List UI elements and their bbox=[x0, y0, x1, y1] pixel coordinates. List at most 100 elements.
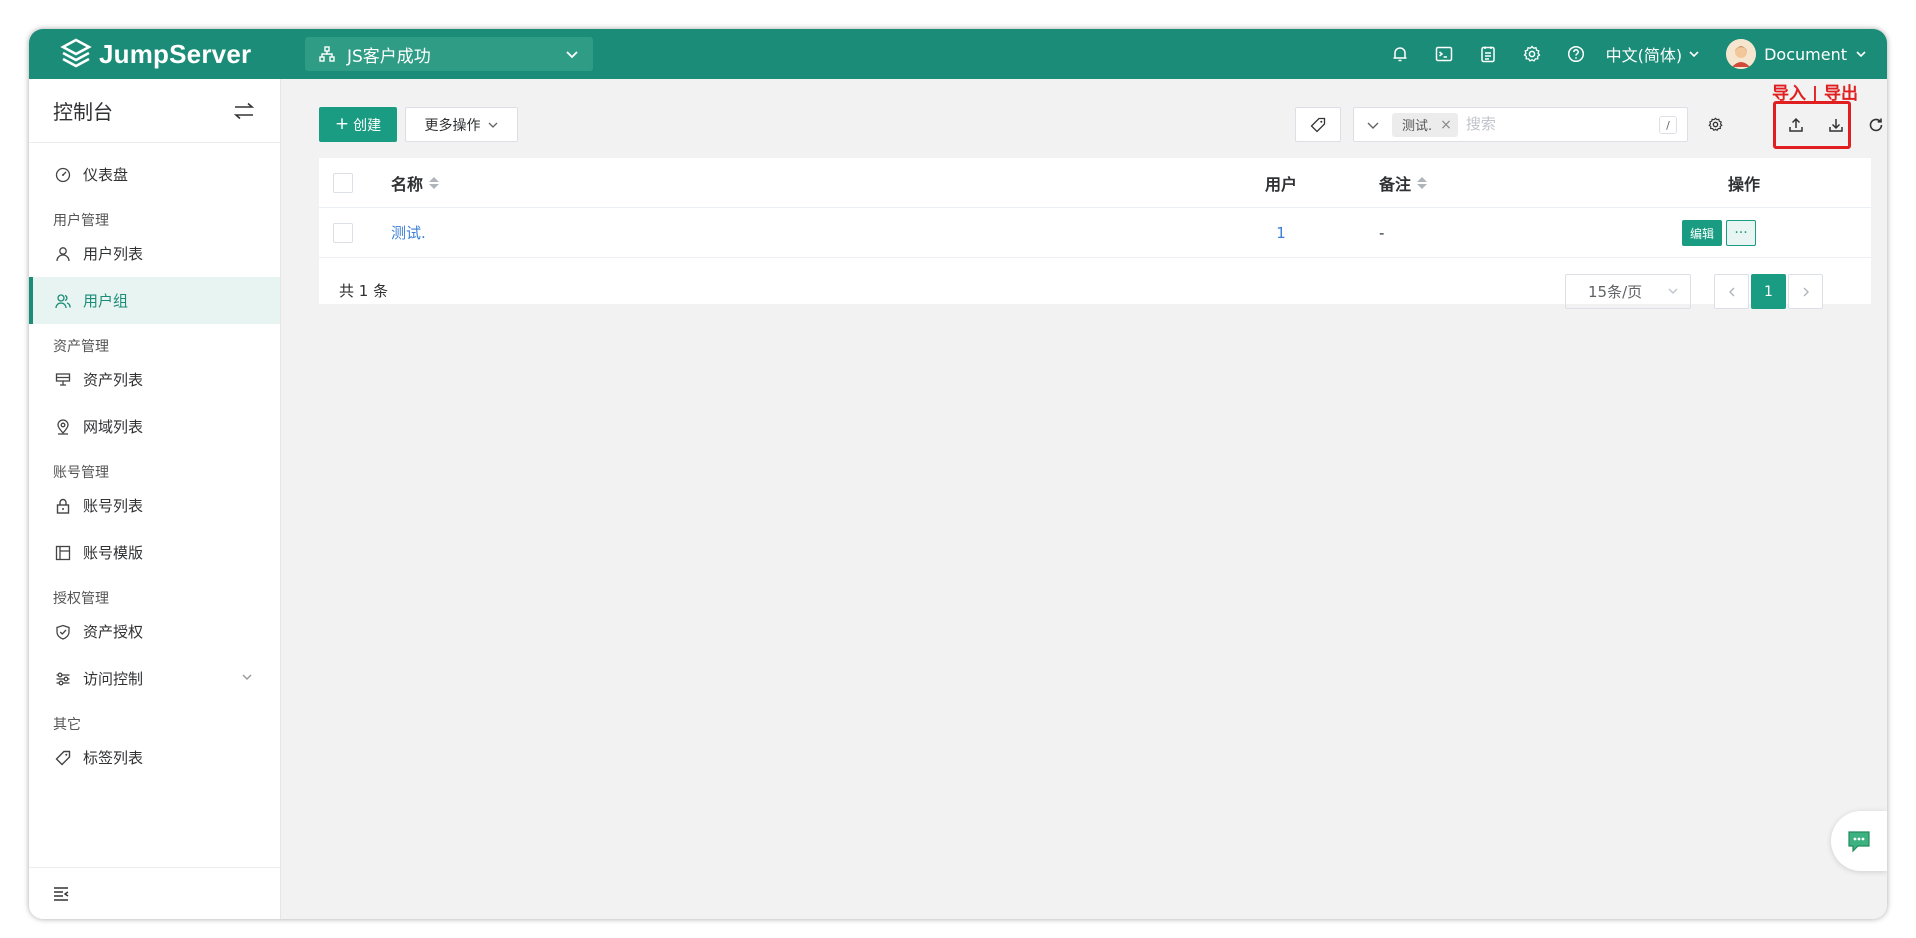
sidebar-item-zone-list[interactable]: 网域列表 bbox=[29, 403, 280, 450]
sidebar-item-account-template[interactable]: 账号模版 bbox=[29, 529, 280, 576]
sidebar-item-label: 标签列表 bbox=[83, 749, 144, 767]
search-input[interactable] bbox=[1465, 116, 1636, 133]
column-header-users: 用户 bbox=[1264, 174, 1297, 194]
org-selector-label: JS客户成功 bbox=[347, 46, 431, 67]
more-actions-label: 更多操作 bbox=[424, 117, 481, 134]
sidebar-group-user-mgmt: 用户管理 bbox=[53, 213, 109, 229]
filter-sliders-icon bbox=[53, 669, 73, 689]
search-shortcut-badge: / bbox=[1659, 116, 1677, 134]
sidebar-item-asset-perm[interactable]: 资产授权 bbox=[29, 608, 280, 655]
sidebar-group-asset-mgmt: 资产管理 bbox=[53, 339, 109, 355]
create-button[interactable]: + 创建 bbox=[319, 107, 397, 142]
filter-chip-label: 测试. bbox=[1402, 119, 1433, 134]
language-label: 中文(简体) bbox=[1605, 46, 1683, 65]
user-icon bbox=[53, 244, 73, 264]
gear-icon[interactable] bbox=[1510, 29, 1554, 79]
row-name-link[interactable]: 测试. bbox=[391, 222, 426, 243]
table-settings-gear-icon[interactable] bbox=[1697, 107, 1733, 142]
table-header: 名称 用户 备注 操作 bbox=[319, 158, 1871, 208]
org-selector[interactable]: JS客户成功 bbox=[305, 37, 593, 71]
export-download-icon[interactable] bbox=[1818, 107, 1854, 142]
org-tree-icon bbox=[319, 46, 335, 62]
lock-icon bbox=[53, 496, 73, 516]
import-upload-icon[interactable] bbox=[1778, 107, 1814, 142]
sort-icon[interactable] bbox=[429, 176, 440, 189]
sidebar-footer bbox=[29, 867, 280, 919]
plus-icon: + bbox=[334, 114, 350, 134]
search-field-dropdown[interactable] bbox=[1362, 118, 1384, 132]
page-number-button[interactable]: 1 bbox=[1751, 274, 1786, 309]
switch-view-icon[interactable] bbox=[234, 102, 254, 120]
next-page-button[interactable] bbox=[1788, 274, 1823, 309]
pagination-bar: 共 1 条 15条/页 1 bbox=[319, 258, 1871, 309]
chevron-down-icon bbox=[1856, 51, 1866, 58]
sidebar-group-other: 其它 bbox=[53, 717, 81, 733]
more-row-actions-button[interactable]: ··· bbox=[1726, 220, 1756, 246]
shield-icon bbox=[53, 622, 73, 642]
refresh-icon[interactable] bbox=[1858, 107, 1887, 142]
table-row: 测试. 1 - 编辑 ··· bbox=[319, 208, 1871, 258]
column-header-name[interactable]: 名称 bbox=[391, 171, 440, 195]
sidebar-item-label: 网域列表 bbox=[83, 418, 144, 436]
logo[interactable]: JumpServer bbox=[59, 37, 251, 71]
monitor-icon bbox=[53, 370, 73, 390]
chevron-left-icon bbox=[1728, 287, 1734, 296]
sidebar-item-access-control[interactable]: 访问控制 bbox=[29, 655, 280, 702]
user-menu[interactable]: Document bbox=[1726, 39, 1867, 69]
chevron-down-icon bbox=[242, 674, 252, 680]
sidebar-item-asset-list[interactable]: 资产列表 bbox=[29, 356, 280, 403]
create-button-label: 创建 bbox=[353, 117, 382, 134]
dashboard-icon bbox=[53, 165, 73, 185]
terminal-icon[interactable] bbox=[1422, 29, 1466, 79]
chevron-down-icon bbox=[1367, 122, 1379, 129]
language-selector[interactable]: 中文(简体) bbox=[1606, 42, 1701, 66]
table-toolbar: + 创建 更多操作 测试. × / 导入 | 导 bbox=[319, 84, 1883, 149]
select-all-checkbox[interactable] bbox=[333, 172, 353, 193]
label-filter-button[interactable] bbox=[1295, 107, 1341, 142]
clipboard-icon[interactable] bbox=[1466, 29, 1510, 79]
column-header-note[interactable]: 备注 bbox=[1379, 171, 1428, 195]
chevron-down-icon bbox=[1689, 51, 1699, 58]
tag-icon bbox=[53, 748, 73, 768]
sidebar-item-label: 用户列表 bbox=[83, 245, 144, 263]
sidebar-item-label: 仪表盘 bbox=[83, 166, 129, 184]
row-users-count[interactable]: 1 bbox=[1251, 224, 1311, 242]
sidebar-group-account-mgmt: 账号管理 bbox=[53, 465, 109, 481]
help-icon[interactable] bbox=[1554, 29, 1598, 79]
search-box: 测试. × / bbox=[1353, 107, 1688, 142]
row-checkbox[interactable] bbox=[333, 222, 353, 243]
chevron-down-icon bbox=[566, 51, 578, 59]
sidebar-item-user-list[interactable]: 用户列表 bbox=[29, 230, 280, 277]
edit-button[interactable]: 编辑 bbox=[1682, 220, 1722, 246]
sidebar-item-label: 资产列表 bbox=[83, 371, 144, 389]
sidebar: 控制台 仪表盘 用户管理 用户列表 用户组 资产管理 资产列表 网域列表 账号管… bbox=[29, 79, 281, 919]
app-window: JumpServer JS客户成功 中文(简体) Document 控制台 仪表… bbox=[29, 29, 1887, 919]
prev-page-button[interactable] bbox=[1714, 274, 1749, 309]
sidebar-item-label: 资产授权 bbox=[83, 623, 144, 641]
filter-chip: 测试. × bbox=[1392, 112, 1458, 137]
sidebar-item-label: 用户组 bbox=[83, 292, 129, 310]
chat-assistant-button[interactable] bbox=[1831, 811, 1887, 871]
close-icon[interactable]: × bbox=[1440, 117, 1452, 133]
bell-icon[interactable] bbox=[1378, 29, 1422, 79]
sidebar-item-account-list[interactable]: 账号列表 bbox=[29, 482, 280, 529]
sidebar-item-label: 账号列表 bbox=[83, 497, 144, 515]
chevron-right-icon bbox=[1803, 287, 1809, 296]
column-header-actions: 操作 bbox=[1727, 174, 1760, 194]
jumpserver-logo-icon bbox=[60, 38, 92, 68]
chat-bubble-icon bbox=[1848, 831, 1870, 853]
sidebar-item-label-list[interactable]: 标签列表 bbox=[29, 734, 280, 781]
sort-icon[interactable] bbox=[1417, 176, 1428, 189]
more-actions-button[interactable]: 更多操作 bbox=[405, 107, 518, 142]
sidebar-item-label: 账号模版 bbox=[83, 544, 144, 562]
user-group-icon bbox=[53, 291, 73, 311]
chevron-down-icon bbox=[488, 122, 497, 128]
sidebar-item-user-group[interactable]: 用户组 bbox=[29, 277, 280, 324]
page-size-select[interactable]: 15条/页 bbox=[1565, 274, 1691, 309]
avatar bbox=[1726, 39, 1757, 69]
user-group-table: 名称 用户 备注 操作 测试. 1 - 编辑 ··· 共 1 条 15条/页 1 bbox=[319, 158, 1871, 309]
collapse-menu-icon[interactable] bbox=[53, 886, 71, 902]
sidebar-title: 控制台 bbox=[53, 100, 113, 124]
sidebar-item-dashboard[interactable]: 仪表盘 bbox=[29, 151, 280, 198]
tag-icon bbox=[1310, 117, 1326, 132]
